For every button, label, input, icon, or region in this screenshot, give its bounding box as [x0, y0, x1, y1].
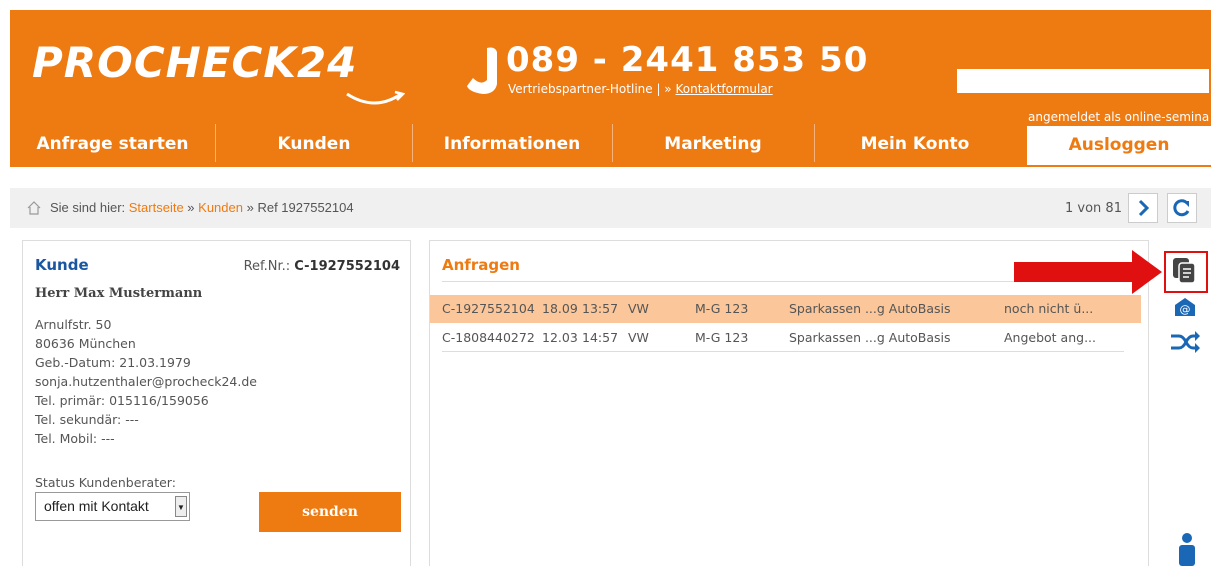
home-icon[interactable] [26, 200, 42, 216]
shuffle-icon[interactable] [1169, 330, 1201, 354]
row-status: noch nicht ü... [1004, 301, 1094, 316]
divider [442, 351, 1124, 352]
row-time: 13:57 [582, 301, 619, 316]
chevron-down-icon[interactable]: ▼ [175, 496, 187, 517]
breadcrumb-prefix: Sie sind hier: [50, 200, 129, 215]
nav-anfrage-starten[interactable]: Anfrage starten [10, 122, 215, 167]
customer-tel-primary: Tel. primär: 015116/159056 [35, 393, 209, 408]
red-arrow-icon [1014, 250, 1162, 294]
nav-kunden[interactable]: Kunden [216, 122, 412, 167]
customer-email: sonja.hutzenthaler@procheck24.de [35, 374, 257, 389]
row-date: 12.03 [542, 330, 578, 345]
logo[interactable]: PROCHECK24 [32, 38, 357, 87]
ref-label: Ref.Nr.: [243, 259, 295, 274]
breadcrumb: Sie sind hier: Startseite » Kunden » Ref… [10, 188, 1211, 228]
breadcrumb-trail: Sie sind hier: Startseite » Kunden » Ref… [50, 200, 354, 215]
nav-marketing[interactable]: Marketing [613, 122, 813, 167]
ref-value: C-1927552104 [294, 259, 400, 274]
nav-informationen[interactable]: Informationen [413, 122, 611, 167]
row-date: 18.09 [542, 301, 578, 316]
status-select-value: offen mit Kontakt [44, 498, 149, 514]
customer-tel-secondary: Tel. sekundär: --- [35, 412, 139, 427]
person-icon[interactable] [1177, 532, 1197, 566]
row-status: Angebot ang... [1004, 330, 1096, 345]
customer-tel-mobile: Tel. Mobil: --- [35, 431, 115, 446]
contact-form-link[interactable]: Kontaktformular [675, 82, 772, 96]
row-ref: C-1808440272 [442, 330, 535, 345]
chevron-right-icon [1138, 199, 1150, 217]
pager-count: 1 von 81 [1065, 201, 1122, 216]
breadcrumb-kunden-link[interactable]: Kunden [198, 200, 243, 215]
customer-title: Kunde [35, 256, 89, 274]
main-nav: Anfrage starten Kunden Informationen Mar… [10, 122, 1211, 167]
phone-icon [467, 47, 497, 94]
send-button[interactable]: senden [259, 492, 401, 532]
row-time: 14:57 [582, 330, 619, 345]
row-make: VW [628, 330, 649, 345]
table-row[interactable]: C-1927552104 18.09 13:57 VW M-G 123 Spar… [430, 295, 1141, 323]
hotline-label: Vertriebspartner-Hotline | » [508, 82, 676, 96]
breadcrumb-separator: » [242, 200, 258, 215]
customer-city: 80636 München [35, 336, 136, 351]
status-select[interactable]: offen mit Kontakt ▼ [35, 492, 190, 521]
requests-title: Anfragen [442, 256, 520, 274]
breadcrumb-home-link[interactable]: Startseite [129, 200, 184, 215]
customer-street: Arnulfstr. 50 [35, 317, 112, 332]
row-ref: C-1927552104 [442, 301, 535, 316]
hotline-number: 089 - 2441 853 50 [506, 40, 869, 80]
reference-number: Ref.Nr.: C-1927552104 [244, 259, 400, 274]
nav-mein-konto[interactable]: Mein Konto [815, 122, 1015, 167]
breadcrumb-separator: » [183, 200, 199, 215]
hotline-subtext: Vertriebspartner-Hotline | » Kontaktform… [508, 82, 773, 96]
row-plate: M-G 123 [695, 301, 749, 316]
logo-swoosh-icon [346, 90, 405, 105]
customer-panel: Kunde Ref.Nr.: C-1927552104 Herr Max Mus… [22, 240, 411, 566]
svg-text:@: @ [1180, 303, 1191, 316]
customer-birthdate: Geb.-Datum: 21.03.1979 [35, 355, 191, 370]
row-plate: M-G 123 [695, 330, 749, 345]
customer-name: Herr Max Mustermann [35, 286, 203, 301]
refresh-icon [1173, 199, 1190, 217]
row-product: Sparkassen ...g AutoBasis [789, 330, 951, 345]
breadcrumb-current: Ref 1927552104 [257, 200, 354, 215]
search-input[interactable] [957, 69, 1209, 93]
email-icon[interactable]: @ [1173, 296, 1197, 318]
row-product: Sparkassen ...g AutoBasis [789, 301, 951, 316]
row-make: VW [628, 301, 649, 316]
next-button[interactable] [1128, 193, 1158, 223]
status-label: Status Kundenberater: [35, 475, 176, 490]
refresh-button[interactable] [1167, 193, 1197, 223]
logout-button[interactable]: Ausloggen [1027, 126, 1211, 165]
highlight-box [1164, 251, 1208, 293]
table-row[interactable]: C-1808440272 12.03 14:57 VW M-G 123 Spar… [430, 324, 1141, 352]
